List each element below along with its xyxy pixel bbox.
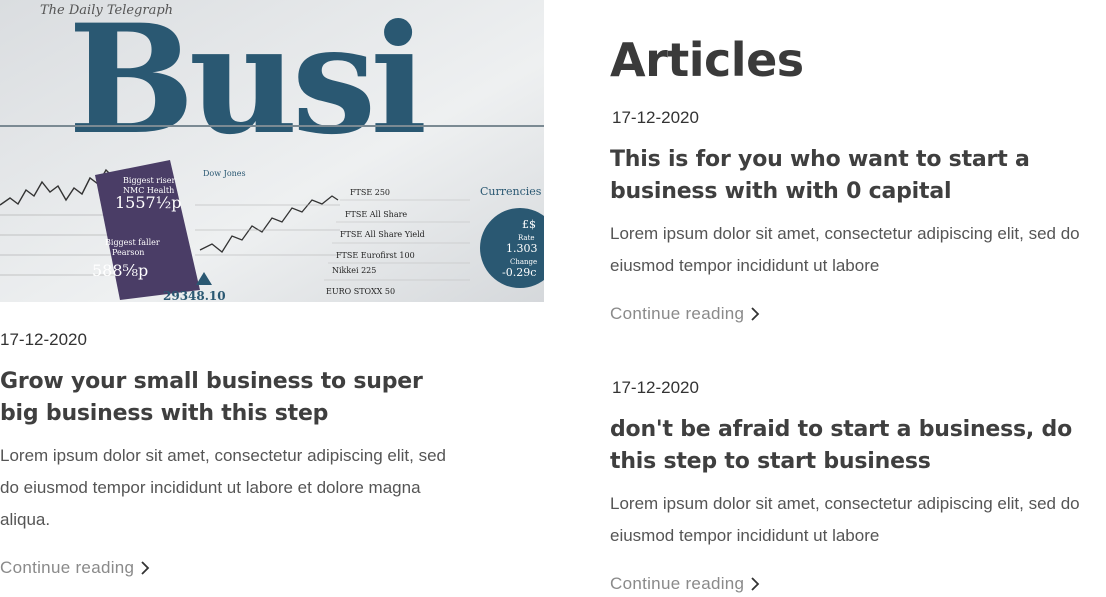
sidebar-label-faller: Biggest faller — [105, 238, 160, 247]
market-ftse250: FTSE 250 — [350, 188, 390, 197]
dow-label: Dow Jones — [203, 169, 246, 178]
chevron-right-icon — [141, 561, 150, 575]
section-title: Articles — [610, 33, 804, 87]
continue-reading-link[interactable]: Continue reading — [0, 558, 150, 578]
market-ftse-all: FTSE All Share — [345, 210, 407, 219]
article-title[interactable]: Grow your small business to super big bu… — [0, 366, 450, 430]
continue-reading-label: Continue reading — [610, 574, 745, 593]
article-title[interactable]: don't be afraid to start a business, do … — [610, 414, 1090, 478]
continue-reading-link[interactable]: Continue reading — [610, 574, 760, 594]
featured-article: 17-12-2020 Grow your small business to s… — [0, 330, 450, 578]
chevron-right-icon — [751, 307, 760, 321]
article-title[interactable]: This is for you who want to start a busi… — [610, 144, 1090, 208]
sidebar-label-faller-name: Pearson — [112, 248, 144, 257]
article-date: 17-12-2020 — [612, 378, 699, 397]
market-eurostoxx: EURO STOXX 50 — [326, 287, 395, 296]
article-excerpt: Lorem ipsum dolor sit amet, consectetur … — [610, 224, 1080, 275]
article-date: 17-12-2020 — [0, 330, 87, 349]
currency-change-label: Change — [510, 258, 537, 266]
article-excerpt: Lorem ipsum dolor sit amet, consectetur … — [610, 494, 1080, 545]
continue-reading-link[interactable]: Continue reading — [610, 304, 760, 324]
sidebar-price-riser: 1557½p — [115, 193, 181, 212]
sidebar-price-faller: 588⅝p — [92, 261, 148, 280]
continue-reading-label: Continue reading — [610, 304, 745, 323]
article-card: 17-12-2020 This is for you who want to s… — [610, 108, 1090, 324]
market-ftse-yield: FTSE All Share Yield — [340, 230, 425, 239]
sidebar-label-riser: Biggest riser — [123, 176, 176, 185]
currencies-label: Currencies — [480, 185, 542, 198]
index-value: 29348.10 — [163, 289, 226, 302]
currency-rate-label: Rate — [518, 234, 535, 242]
chevron-right-icon — [751, 577, 760, 591]
continue-reading-label: Continue reading — [0, 558, 135, 577]
currency-change-value: -0.29c — [502, 266, 536, 279]
newspaper-headline: Busi — [68, 0, 424, 168]
currency-rate-value: 1.303 — [506, 242, 538, 255]
featured-article-image[interactable]: The Daily Telegraph Busi Biggest riser N… — [0, 0, 544, 302]
market-nikkei: Nikkei 225 — [332, 266, 376, 275]
article-card: 17-12-2020 don't be afraid to start a bu… — [610, 378, 1090, 594]
article-date: 17-12-2020 — [612, 108, 699, 127]
market-eurofirst: FTSE Eurofirst 100 — [336, 251, 415, 260]
currency-pound: £$ — [522, 218, 536, 231]
article-excerpt: Lorem ipsum dolor sit amet, consectetur … — [0, 446, 446, 529]
